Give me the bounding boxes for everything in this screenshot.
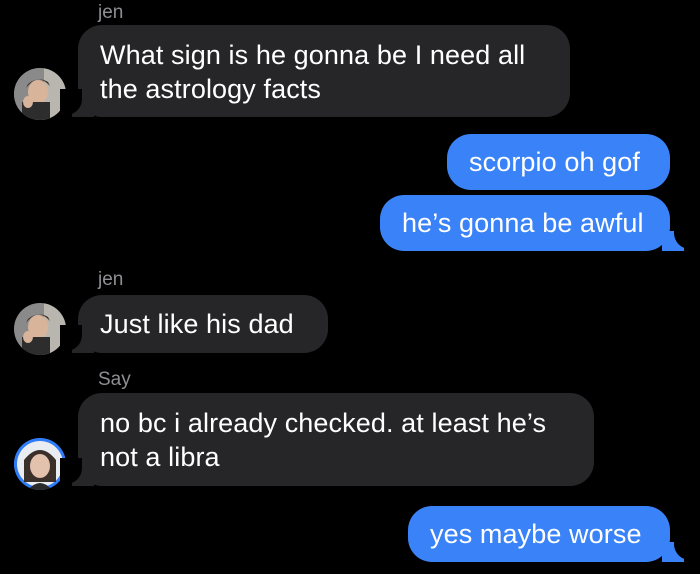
message-text: scorpio oh gof	[469, 147, 641, 177]
bubble-tail	[662, 223, 696, 251]
message-bubble-outgoing[interactable]: scorpio oh gof	[447, 134, 670, 190]
message-text: he’s gonna be awful	[402, 208, 644, 238]
message-thread: jen What sign is he gonna be I need all …	[0, 0, 700, 574]
message-bubble-incoming[interactable]: no bc i already checked. at least he’s n…	[78, 393, 594, 486]
message-text: What sign is he gonna be I need all the …	[100, 40, 526, 104]
bubble-tail	[60, 325, 94, 353]
jen-avatar-icon[interactable]	[14, 303, 66, 355]
sender-name-say: Say	[98, 369, 131, 390]
sender-name-jen: jen	[98, 269, 124, 290]
message-text: yes maybe worse	[430, 519, 642, 549]
message-bubble-outgoing[interactable]: yes maybe worse	[408, 506, 670, 562]
message-bubble-outgoing[interactable]: he’s gonna be awful	[380, 195, 670, 251]
message-bubble-incoming[interactable]: What sign is he gonna be I need all the …	[78, 25, 570, 117]
jen-avatar-icon[interactable]	[14, 68, 66, 120]
sender-name-jen: jen	[98, 2, 124, 23]
bubble-tail	[60, 458, 94, 486]
message-bubble-incoming[interactable]: Just like his dad	[78, 295, 328, 353]
bubble-tail	[662, 534, 696, 562]
say-avatar-icon[interactable]	[14, 438, 66, 490]
bubble-tail	[60, 89, 94, 117]
message-text: Just like his dad	[100, 309, 294, 339]
message-text: no bc i already checked. at least he’s n…	[100, 408, 547, 472]
